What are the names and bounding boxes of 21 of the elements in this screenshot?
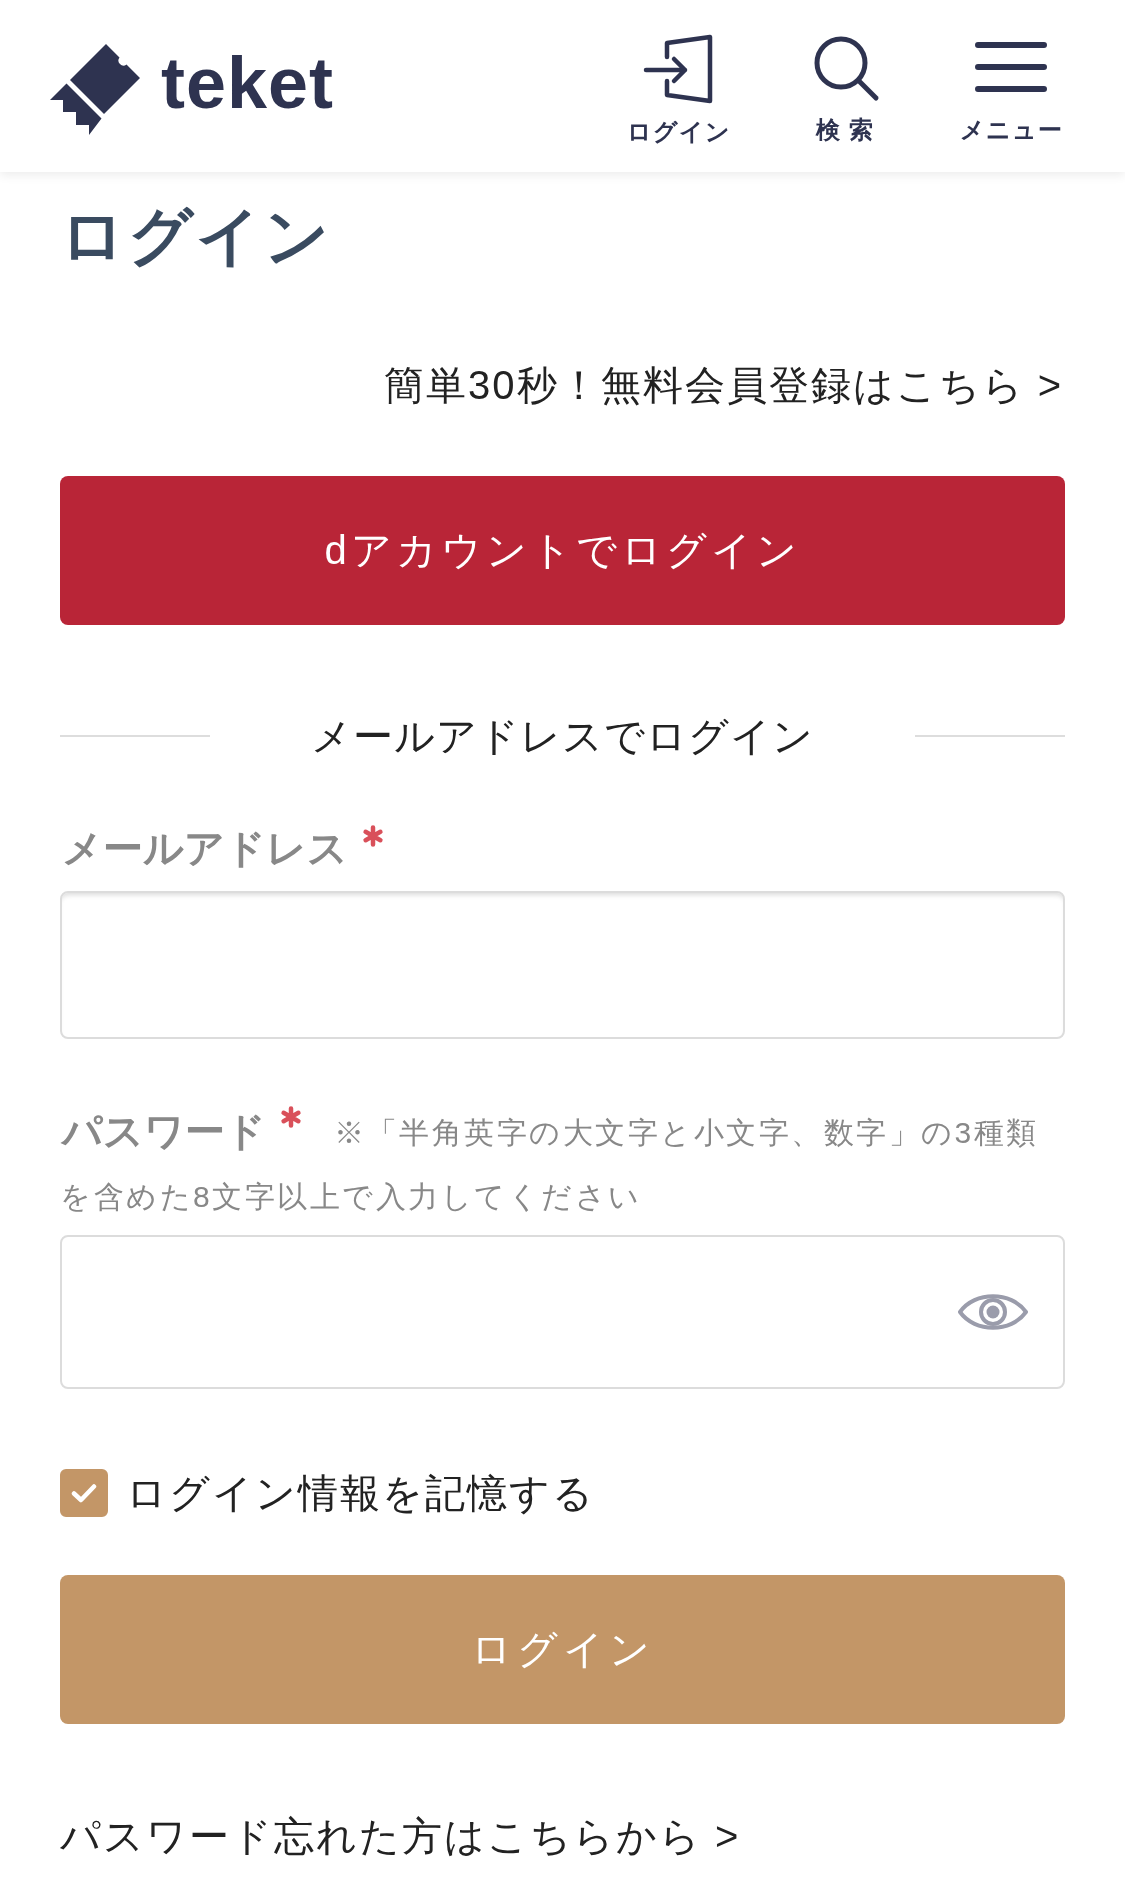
divider-label: メールアドレスでログイン bbox=[311, 713, 814, 760]
ticket-logo-icon[interactable] bbox=[49, 42, 141, 136]
door-arrow-icon bbox=[643, 34, 715, 104]
forgot-password-link[interactable]: パスワード忘れた方はこちらから > bbox=[60, 1810, 741, 1862]
logo-text[interactable]: teket bbox=[161, 47, 335, 119]
remember-checkbox[interactable] bbox=[60, 1469, 108, 1517]
signup-link[interactable]: 簡単30秒！無料会員登録はこちら > bbox=[384, 359, 1063, 411]
email-input[interactable] bbox=[60, 891, 1065, 1039]
login-nav-button[interactable]: ログイン bbox=[596, 32, 762, 148]
page-title: ログイン bbox=[60, 199, 333, 274]
remember-label[interactable]: ログイン情報を記憶する bbox=[126, 1467, 595, 1519]
checkmark-icon bbox=[71, 1483, 97, 1503]
hint-text: ※「半角英字の大文字と小文字、数字」の3種類 bbox=[334, 1115, 1039, 1151]
field-label: パスワード bbox=[62, 1108, 266, 1155]
password-input[interactable] bbox=[60, 1235, 1065, 1389]
search-nav-button[interactable]: 検 索 bbox=[762, 32, 928, 148]
menu-nav-button[interactable]: メニュー bbox=[928, 32, 1094, 148]
d-account-login-button[interactable]: dアカウントでログイン bbox=[60, 476, 1065, 625]
menu-icon bbox=[975, 42, 1047, 92]
hint-text: を含めた8文字以上で入力してください bbox=[60, 1179, 642, 1215]
field-label: メールアドレス bbox=[62, 825, 348, 872]
